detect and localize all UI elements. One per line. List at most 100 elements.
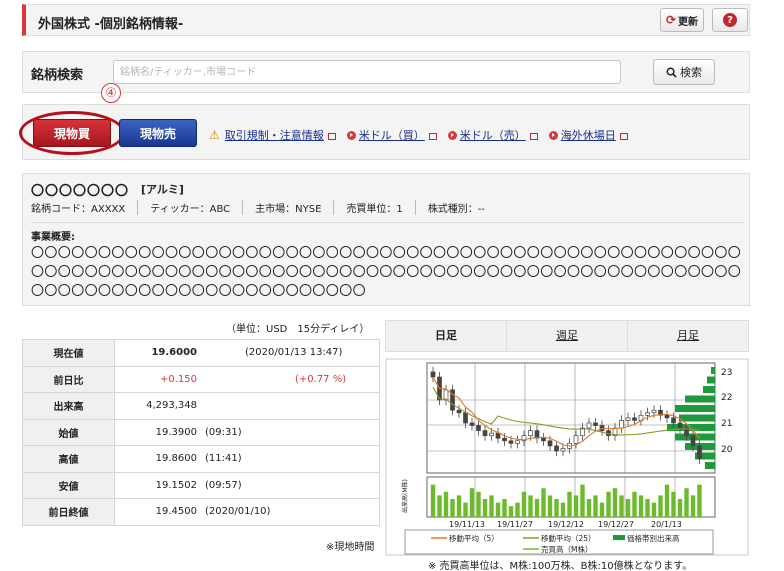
change-value: +0.150 bbox=[159, 373, 197, 385]
volume-bar bbox=[658, 495, 663, 517]
highlight-ring bbox=[19, 111, 125, 155]
volume-bar bbox=[554, 499, 559, 517]
sell-button[interactable]: 現物売 bbox=[119, 119, 197, 147]
price-band-bar bbox=[707, 376, 715, 384]
volume-bar bbox=[625, 499, 631, 517]
stock-type: 株式種別：-- bbox=[427, 204, 486, 215]
tab-daily[interactable]: 日足 bbox=[386, 321, 507, 351]
candle-body bbox=[664, 414, 670, 419]
row-label: 前日比 bbox=[22, 365, 115, 393]
price-band-bar bbox=[703, 386, 715, 393]
x-tick: 19/12/12 bbox=[548, 520, 584, 529]
table-row: 前日終値 19.4500 (2020/01/10) bbox=[22, 498, 380, 526]
warning-icon: ⚠ bbox=[209, 128, 220, 142]
link-restrictions[interactable]: 取引規制・注意情報 bbox=[225, 127, 324, 143]
price-band-bar bbox=[705, 462, 715, 469]
volume-bar bbox=[638, 495, 644, 517]
table-row: 出来高 4,293,348 bbox=[22, 392, 380, 420]
search-input[interactable] bbox=[113, 60, 621, 84]
stock-trade-unit: 売買単位：1 bbox=[346, 200, 416, 215]
row-label: 現在値 bbox=[22, 339, 115, 367]
link-usd-buy[interactable]: 米ドル（買） bbox=[359, 127, 425, 143]
volume-bar bbox=[580, 484, 585, 517]
candle-body bbox=[651, 409, 657, 414]
chart-svg: 23 22 21 20 出来高(M株) 19/11/13 19/11/27 19… bbox=[385, 358, 749, 556]
candle-body bbox=[593, 422, 598, 426]
price-tick: 22 bbox=[721, 393, 732, 403]
volume-bar bbox=[430, 484, 436, 517]
volume-value: 4,293,348 bbox=[146, 400, 197, 412]
candle-body bbox=[482, 430, 488, 437]
price-band-bar bbox=[675, 405, 715, 412]
annotation-marker: ④ bbox=[101, 83, 121, 103]
candle-body bbox=[547, 440, 553, 447]
stock-info: 〇〇〇〇〇〇〇 [アルミ] 銘柄コード：AXXXX ティッカー：ABC 主市場：… bbox=[22, 173, 750, 306]
volume-bar bbox=[528, 495, 533, 517]
volume-bar bbox=[534, 499, 540, 517]
legend-ma25: 移動平均（25） bbox=[541, 533, 596, 543]
refresh-button[interactable]: ⟳ 更新 bbox=[660, 8, 704, 32]
stock-category: [アルミ] bbox=[141, 183, 184, 196]
x-tick: 19/11/13 bbox=[449, 520, 485, 529]
stock-code: 銘柄コード：AXXXX bbox=[31, 200, 139, 215]
candle-body bbox=[463, 412, 468, 424]
volume-bar bbox=[515, 502, 520, 517]
candle-body bbox=[456, 409, 462, 414]
x-tick: 20/1/13 bbox=[651, 520, 682, 529]
volume-bar bbox=[541, 488, 546, 517]
candle-body bbox=[632, 417, 637, 421]
x-tick: 19/12/27 bbox=[598, 520, 634, 529]
help-button[interactable]: ? bbox=[712, 8, 748, 32]
volume-bar bbox=[593, 495, 598, 517]
external-link-icon bbox=[529, 132, 538, 140]
volume-bar bbox=[586, 499, 592, 517]
prev-close-date: (2020/01/10) bbox=[205, 506, 271, 518]
high-value: 19.8600 bbox=[155, 453, 197, 465]
stock-meta: 銘柄コード：AXXXX ティッカー：ABC 主市場：NYSE 売買単位：1 株式… bbox=[31, 200, 509, 215]
volume-bar bbox=[469, 488, 475, 517]
business-label: 事業概要: bbox=[31, 232, 75, 243]
external-link-icon bbox=[619, 132, 628, 140]
low-value: 19.1502 bbox=[155, 479, 197, 491]
stock-market: 主市場：NYSE bbox=[255, 200, 335, 215]
candle-body bbox=[586, 422, 592, 429]
business-summary: 〇〇〇〇〇〇〇〇〇〇〇〇〇〇〇〇〇〇〇〇〇〇〇〇〇〇〇〇〇〇〇〇〇〇〇〇〇〇〇〇… bbox=[31, 246, 742, 299]
candle-body bbox=[697, 445, 702, 460]
candle-body bbox=[599, 425, 605, 431]
volume-bar bbox=[677, 499, 683, 517]
candle-body bbox=[677, 422, 683, 429]
volume-bar bbox=[612, 488, 618, 517]
search-button[interactable]: 検索 bbox=[653, 59, 715, 85]
external-link-icon bbox=[428, 132, 437, 140]
table-row: 高値 19.8600 (11:41) bbox=[22, 445, 380, 473]
volume-bar bbox=[664, 484, 670, 517]
trade-bar: 現物買 現物売 ⚠ 取引規制・注意情報 米ドル（買） 米ドル（売） 海外休場日 bbox=[19, 104, 750, 160]
price-tick: 23 bbox=[721, 368, 732, 378]
table-row: 現在値 19.6000 (2020/01/13 13:47) bbox=[22, 339, 380, 367]
volume-bar bbox=[482, 499, 488, 517]
row-label: 出来高 bbox=[22, 392, 115, 420]
candle-body bbox=[619, 420, 624, 429]
candle-body bbox=[469, 422, 475, 426]
current-price-time: (2020/01/13 13:47) bbox=[245, 347, 343, 359]
low-time: (09:57) bbox=[205, 479, 242, 491]
row-label: 前日終値 bbox=[22, 498, 115, 526]
link-usd-sell[interactable]: 米ドル（売） bbox=[460, 127, 526, 143]
page-header: 外国株式 -個別銘柄情報- ⟳ 更新 ? bbox=[22, 4, 750, 36]
candle-body bbox=[645, 412, 650, 416]
volume-axis-label: 出来高(M株) bbox=[401, 479, 409, 513]
table-row: 安値 19.1502 (09:57) bbox=[22, 471, 380, 499]
change-percent: (+0.77 %) bbox=[295, 373, 347, 385]
arrow-bullet-icon bbox=[548, 130, 558, 140]
help-icon: ? bbox=[723, 13, 737, 27]
current-price: 19.6000 bbox=[151, 347, 197, 359]
price-band-bar bbox=[711, 367, 715, 374]
link-holidays[interactable]: 海外休場日 bbox=[561, 127, 616, 143]
row-label: 始値 bbox=[22, 418, 115, 446]
stock-ticker: ティッカー：ABC bbox=[150, 200, 244, 215]
tab-monthly[interactable]: 月足 bbox=[628, 321, 748, 351]
volume-bar bbox=[684, 488, 689, 517]
high-time: (11:41) bbox=[205, 453, 242, 465]
tab-weekly[interactable]: 週足 bbox=[507, 321, 628, 351]
volume-bar bbox=[567, 491, 572, 517]
